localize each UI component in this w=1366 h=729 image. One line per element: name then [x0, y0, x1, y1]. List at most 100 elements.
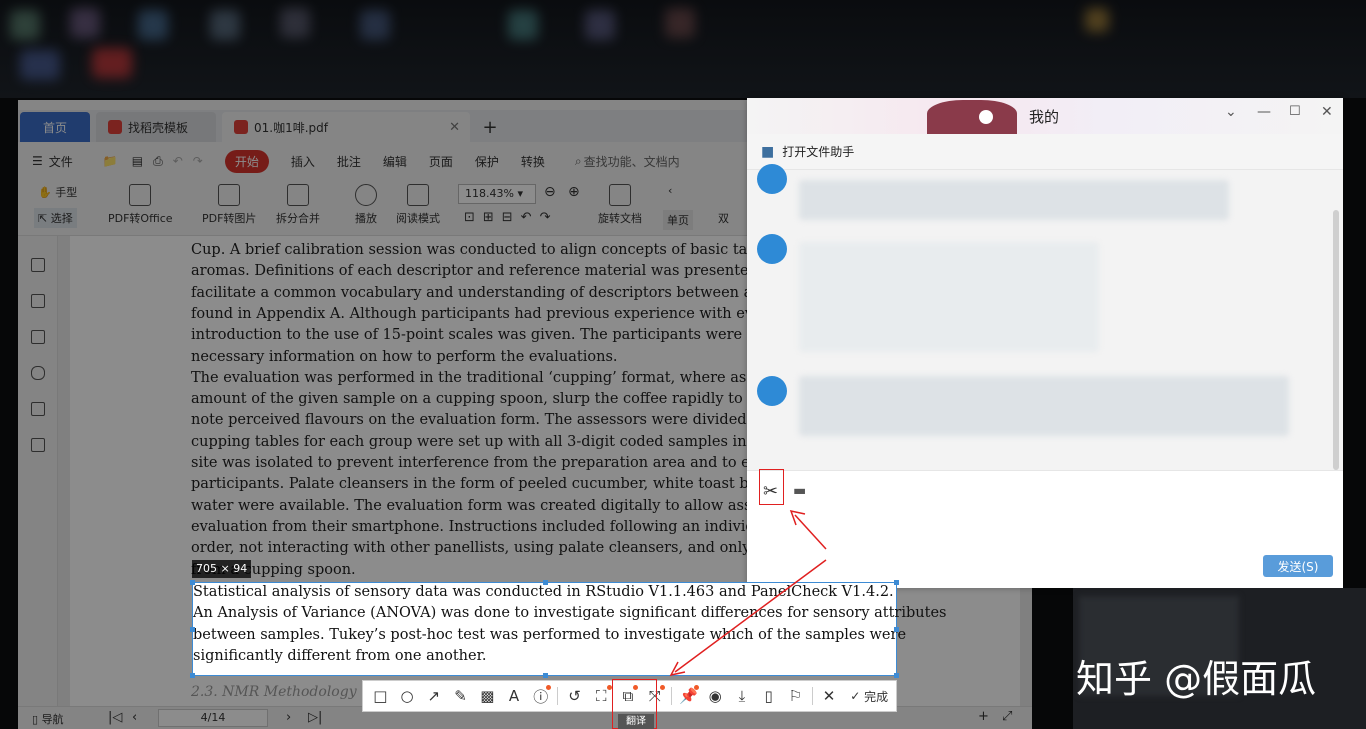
- redo-icon[interactable]: ↷: [193, 154, 203, 168]
- view-tools-icons[interactable]: ⊡⊞⊟↶↷: [464, 210, 558, 225]
- arrow-icon[interactable]: ↗: [420, 680, 447, 712]
- pdf-to-office-button[interactable]: PDF转Office: [108, 184, 173, 226]
- menu-edit[interactable]: 编辑: [383, 153, 407, 170]
- avatar: [757, 376, 787, 406]
- new-tab-button[interactable]: +: [478, 112, 502, 142]
- file-assistant-bar[interactable]: ■ 打开文件助手: [747, 134, 1343, 170]
- split-merge-label: 拆分合并: [276, 212, 320, 225]
- resize-handle[interactable]: [894, 627, 899, 632]
- chevron-down-icon[interactable]: ⌄: [1225, 104, 1237, 120]
- menu-comment[interactable]: 批注: [337, 153, 361, 170]
- done-button[interactable]: ✓ 完成: [842, 680, 895, 712]
- fullscreen-icon[interactable]: ⤢: [1002, 709, 1012, 724]
- document-text-line: amount of the given sample on a cupping …: [191, 391, 795, 408]
- folder-icon[interactable]: ▬: [793, 483, 806, 499]
- record-icon[interactable]: ◉: [702, 680, 729, 712]
- thumbnail-icon[interactable]: [31, 294, 45, 308]
- folder-icon[interactable]: 📁: [103, 154, 118, 168]
- close-tab-icon[interactable]: ✕: [449, 120, 460, 135]
- double-page-button[interactable]: 双: [718, 210, 729, 226]
- close-icon[interactable]: ✕: [816, 680, 843, 712]
- single-page-button[interactable]: 单页: [663, 210, 693, 230]
- rotate-doc-button[interactable]: 旋转文档: [598, 184, 642, 226]
- menu-file[interactable]: 文件: [49, 153, 73, 170]
- scrollbar[interactable]: [1333, 210, 1339, 470]
- phone-icon[interactable]: ▯: [755, 680, 782, 712]
- signature-icon[interactable]: [31, 402, 45, 416]
- pen-icon[interactable]: ✎: [447, 680, 474, 712]
- close-window-icon[interactable]: ✕: [1321, 104, 1333, 120]
- anime-avatar-image: [927, 100, 1017, 134]
- download-icon[interactable]: ⤓: [729, 680, 756, 712]
- ellipse-icon[interactable]: ○: [394, 680, 421, 712]
- folder-icon: ■: [761, 143, 775, 160]
- menu-insert[interactable]: 插入: [291, 153, 315, 170]
- tab-home[interactable]: 首页: [20, 112, 90, 142]
- rect-icon[interactable]: □: [367, 680, 394, 712]
- resize-handle[interactable]: [543, 673, 548, 678]
- undo-icon[interactable]: ↶: [173, 154, 183, 168]
- resize-handle[interactable]: [894, 580, 899, 585]
- ocr-icon[interactable]: ⛶: [588, 680, 615, 712]
- split-merge-button[interactable]: 拆分合并: [276, 184, 320, 226]
- first-page-icon[interactable]: |◁: [108, 710, 122, 725]
- hand-tool-button[interactable]: ✋ 手型: [38, 184, 77, 200]
- toolbar-divider: [671, 687, 673, 705]
- menu-convert[interactable]: 转换: [521, 153, 545, 170]
- resize-handle[interactable]: [190, 580, 195, 585]
- attachment-icon[interactable]: [31, 366, 45, 380]
- save-icon[interactable]: ▤: [132, 154, 143, 168]
- resize-handle[interactable]: [190, 627, 195, 632]
- read-mode-button[interactable]: 阅读模式: [396, 184, 440, 226]
- bookmark-icon[interactable]: [31, 258, 45, 272]
- blurred-message: [799, 180, 1229, 220]
- left-sidebar: [18, 236, 58, 706]
- menu-start[interactable]: 开始: [224, 149, 269, 173]
- print-icon[interactable]: ⎙: [153, 154, 163, 169]
- layers-icon[interactable]: [31, 438, 45, 452]
- send-button[interactable]: 发送(S): [1263, 555, 1333, 577]
- done-label: 完成: [864, 689, 889, 704]
- play-button[interactable]: 播放: [355, 184, 377, 226]
- document-text-line: Cup. A brief calibration session was con…: [191, 242, 748, 258]
- prev-page-status-icon[interactable]: ‹: [132, 710, 137, 725]
- tab-template[interactable]: 找稻壳模板: [96, 112, 216, 142]
- document-text-line: facilitate a common vocabulary and under…: [191, 284, 760, 301]
- number-icon[interactable]: ⓘ: [527, 680, 554, 712]
- text-icon[interactable]: A: [501, 680, 528, 712]
- resize-handle[interactable]: [543, 580, 548, 585]
- tab-home-label: 首页: [42, 120, 67, 135]
- bookmark-icon[interactable]: ⚐: [782, 680, 809, 712]
- undo-icon[interactable]: ↺: [561, 680, 588, 712]
- zoom-in-icon[interactable]: ⊕: [568, 184, 580, 200]
- select-tool-button[interactable]: ⇱ 选择: [34, 208, 77, 228]
- page-number-field[interactable]: 4/14: [158, 709, 268, 727]
- double-page-label: 双: [718, 212, 729, 225]
- chat-input-area[interactable]: ✂ ▬: [747, 470, 1343, 588]
- nav-button[interactable]: ▯ 导航: [32, 711, 64, 727]
- pdf-to-image-button[interactable]: PDF转图片: [202, 184, 256, 226]
- desktop-background: [0, 0, 1366, 98]
- resize-handle[interactable]: [894, 673, 899, 678]
- minimize-icon[interactable]: —: [1257, 104, 1271, 120]
- search-input[interactable]: 查找功能、文档内: [584, 153, 680, 170]
- maximize-icon[interactable]: ☐: [1289, 104, 1301, 119]
- mosaic-icon[interactable]: ▩: [474, 680, 501, 712]
- menu-page[interactable]: 页面: [429, 153, 453, 170]
- last-page-icon[interactable]: ▷|: [308, 710, 322, 725]
- chat-title: 我的: [1029, 108, 1060, 126]
- screenshot-selection[interactable]: Statistical analysis of sensory data was…: [190, 580, 946, 678]
- menu-hamburger-icon[interactable]: ☰: [32, 154, 43, 168]
- comment-icon[interactable]: [31, 330, 45, 344]
- menu-protect[interactable]: 保护: [475, 153, 499, 170]
- zoom-plus-icon[interactable]: +: [978, 709, 989, 724]
- tab-document[interactable]: 01.咖1啡.pdf ✕: [222, 112, 470, 142]
- pin-icon[interactable]: 📌: [675, 680, 702, 712]
- zoom-select[interactable]: 118.43% ▾: [458, 184, 536, 204]
- document-text-line: found in Appendix A. Although participan…: [191, 305, 776, 322]
- resize-handle[interactable]: [190, 673, 195, 678]
- prev-page-icon[interactable]: ‹: [668, 184, 672, 197]
- next-page-icon[interactable]: ›: [286, 710, 291, 725]
- selected-text-line: between samples. Tukey’s post-hoc test w…: [193, 626, 907, 643]
- zoom-out-icon[interactable]: ⊖: [544, 184, 556, 200]
